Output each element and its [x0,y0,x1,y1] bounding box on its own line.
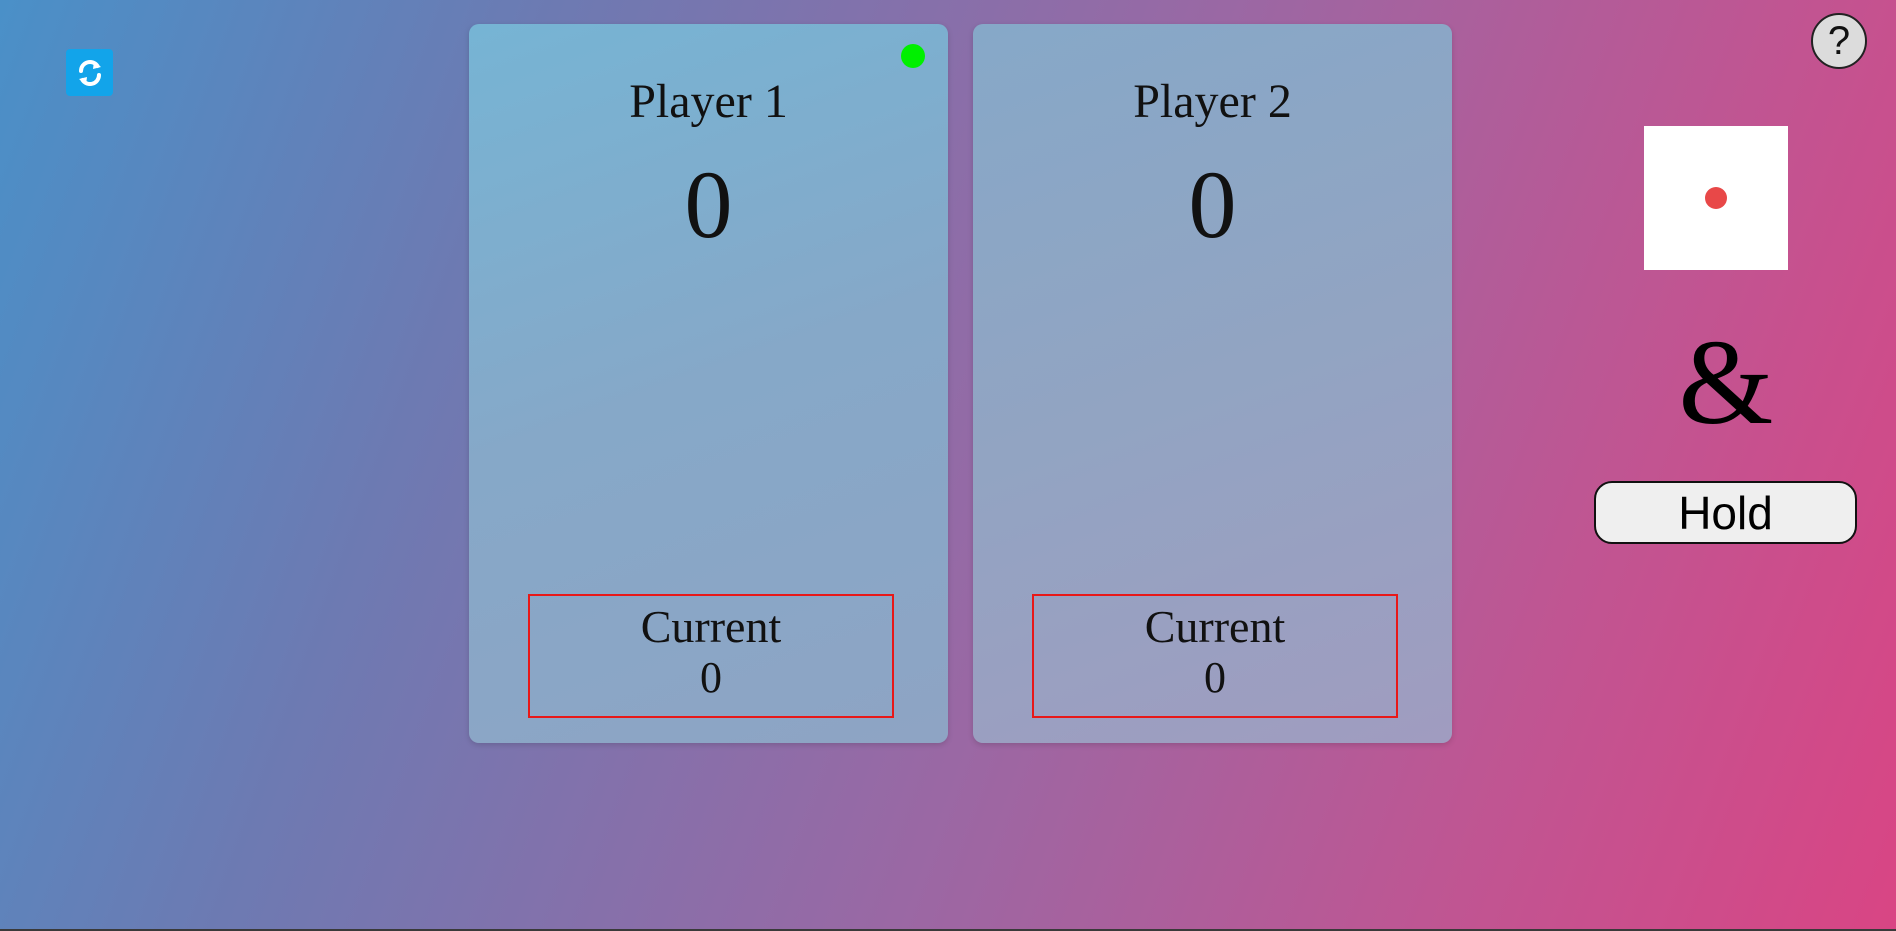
current-score-box: Current 0 [1032,594,1398,718]
player-score: 0 [1188,151,1237,258]
player-2-panel: Player 2 0 Current 0 [973,24,1452,743]
dice-pip [1705,187,1727,209]
hold-button[interactable]: Hold [1594,481,1857,544]
player-score: 0 [684,151,733,258]
player-name: Player 1 [629,75,788,128]
help-button[interactable]: ? [1811,13,1867,69]
refresh-icon [78,59,101,86]
new-game-button[interactable] [66,49,113,96]
current-value: 0 [1204,653,1226,702]
player-name: Player 2 [1133,75,1292,128]
player-1-panel: Player 1 0 Current 0 [469,24,948,743]
roll-dice-button[interactable]: & [1644,318,1808,448]
current-label: Current [1144,601,1286,652]
current-score-box: Current 0 [528,594,894,718]
active-player-indicator [901,44,925,68]
dice [1644,126,1788,270]
current-label: Current [640,601,782,652]
current-value: 0 [700,653,722,702]
